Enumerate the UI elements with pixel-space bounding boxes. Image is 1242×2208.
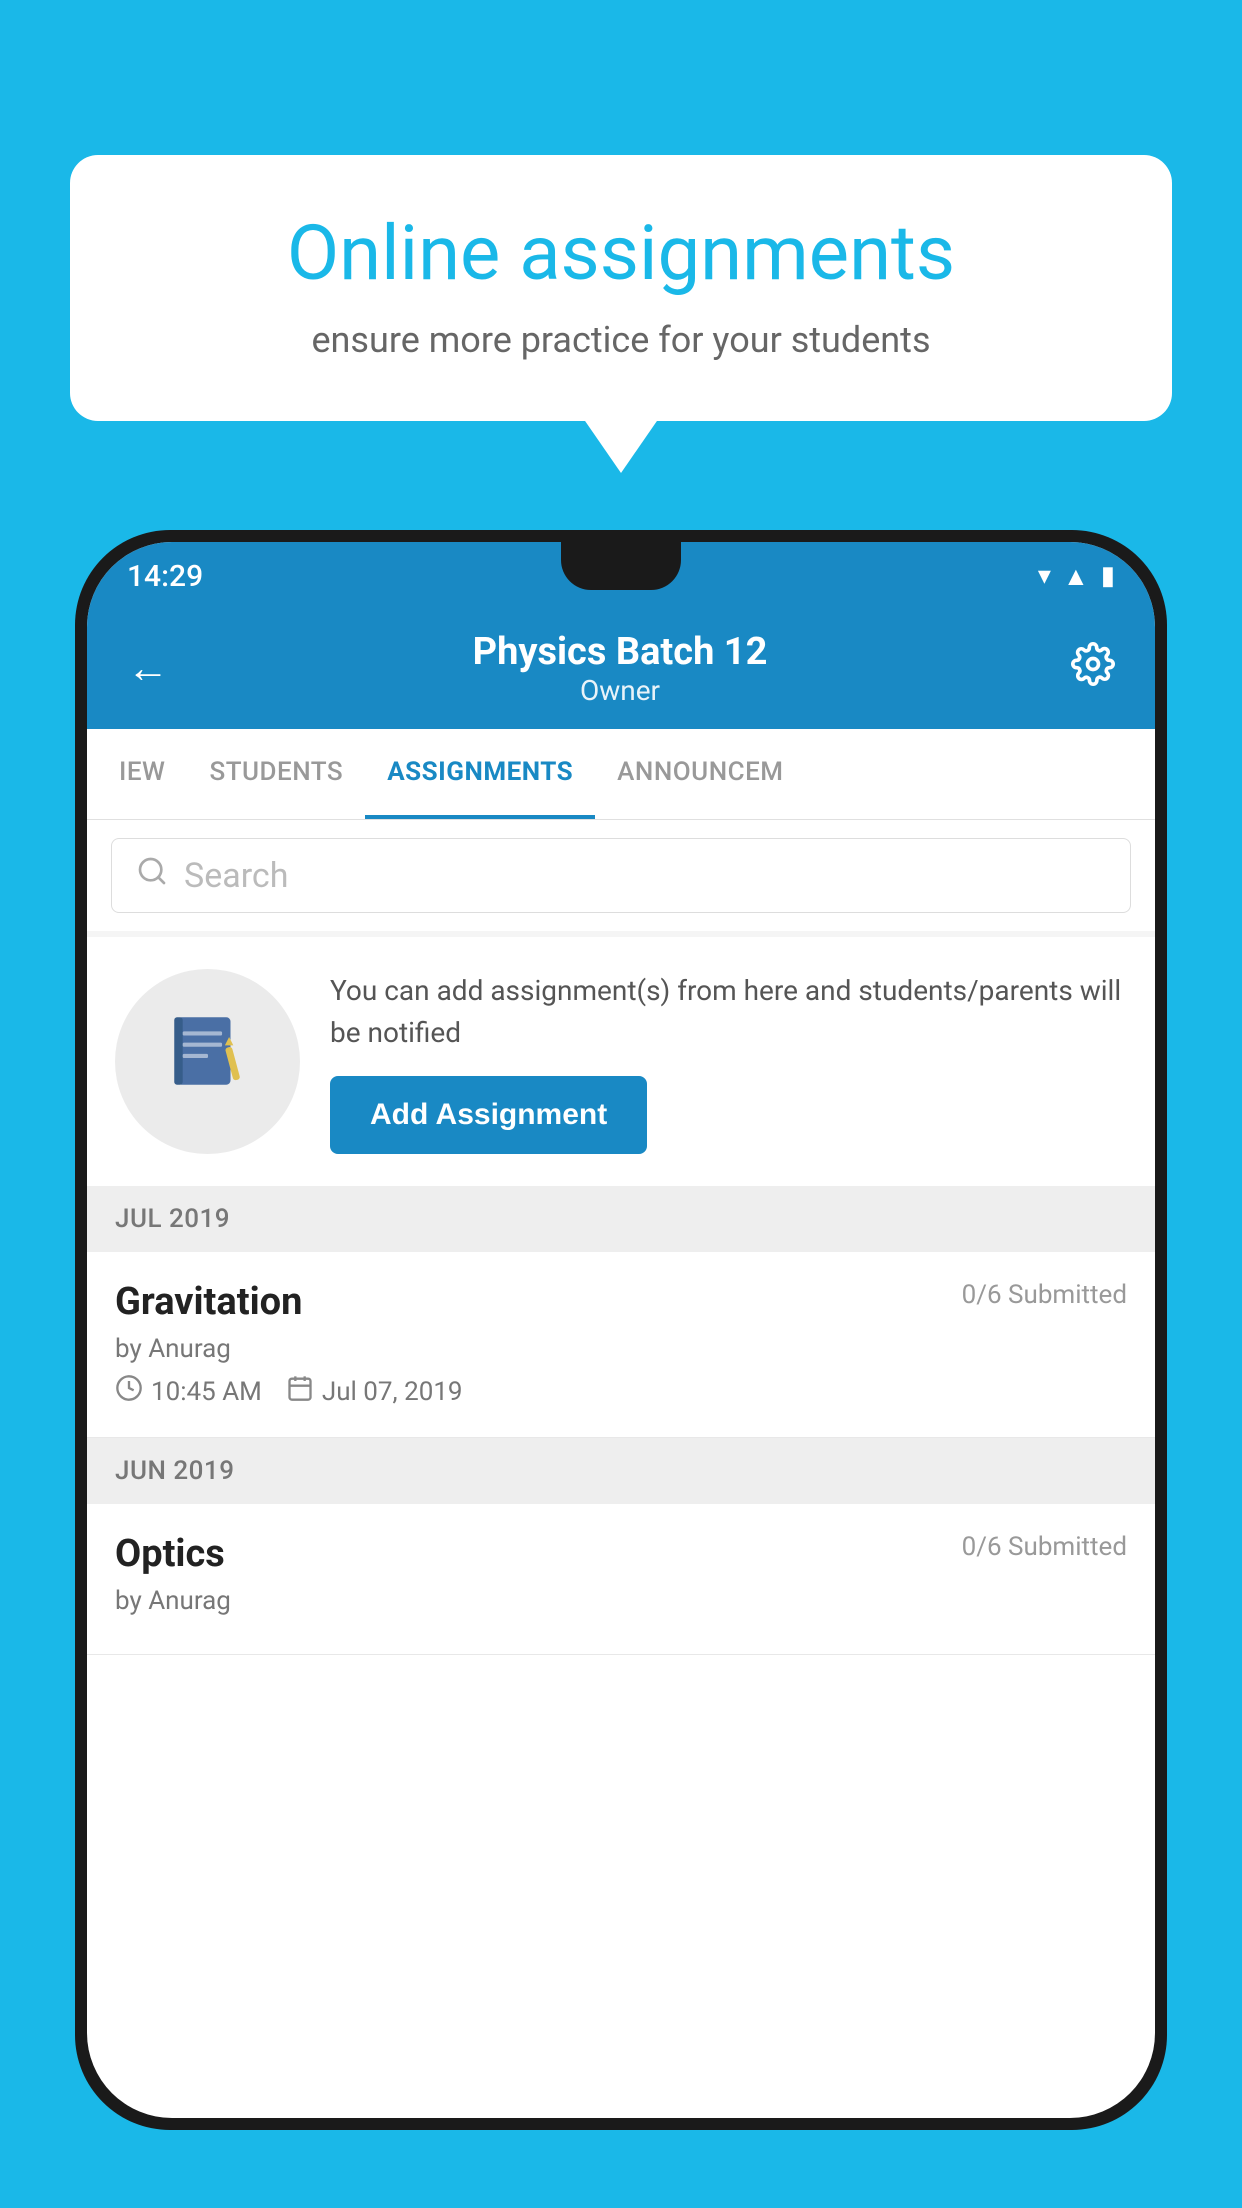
assignment-name-optics: Optics <box>115 1532 225 1576</box>
promo-right: You can add assignment(s) from here and … <box>330 970 1127 1154</box>
speech-bubble: Online assignments ensure more practice … <box>70 155 1172 421</box>
assignment-time-value: 10:45 AM <box>151 1377 262 1407</box>
assignment-meta: 10:45 AM Jul 07, 201 <box>115 1374 1127 1409</box>
promo-section: You can add assignment(s) from here and … <box>87 937 1155 1186</box>
phone-outer: 14:29 ▾ ▲ ▮ ← Physics Batch 12 Owner <box>75 530 1167 2130</box>
wifi-icon: ▾ <box>1038 561 1051 591</box>
assignment-time: 10:45 AM <box>115 1374 262 1409</box>
phone-screen: 14:29 ▾ ▲ ▮ ← Physics Batch 12 Owner <box>87 542 1155 2118</box>
app-header: ← Physics Batch 12 Owner <box>87 610 1155 729</box>
assignment-item-optics[interactable]: Optics 0/6 Submitted by Anurag <box>87 1504 1155 1655</box>
status-time: 14:29 <box>127 559 203 594</box>
notebook-icon <box>163 1006 253 1118</box>
tab-announcements[interactable]: ANNOUNCEM <box>595 729 805 819</box>
month-header-jun: JUN 2019 <box>87 1438 1155 1504</box>
phone-mockup: 14:29 ▾ ▲ ▮ ← Physics Batch 12 Owner <box>75 530 1167 2130</box>
clock-icon <box>115 1374 143 1409</box>
add-assignment-button[interactable]: Add Assignment <box>330 1076 647 1154</box>
assignment-by-optics: by Anurag <box>115 1586 1127 1616</box>
tab-students[interactable]: STUDENTS <box>187 729 365 819</box>
assignment-item-gravitation[interactable]: Gravitation 0/6 Submitted by Anurag <box>87 1252 1155 1438</box>
header-title: Physics Batch 12 <box>473 630 768 674</box>
search-container: Search <box>87 820 1155 931</box>
back-button[interactable]: ← <box>127 644 169 693</box>
month-header-jul: JUL 2019 <box>87 1186 1155 1252</box>
assignment-date: Jul 07, 2019 <box>286 1374 463 1409</box>
promo-description: You can add assignment(s) from here and … <box>330 970 1127 1054</box>
speech-bubble-subtitle: ensure more practice for your students <box>135 319 1107 361</box>
tab-assignments[interactable]: ASSIGNMENTS <box>365 729 595 819</box>
assignment-name: Gravitation <box>115 1280 302 1324</box>
battery-icon: ▮ <box>1101 561 1115 591</box>
header-subtitle: Owner <box>473 674 768 707</box>
status-bar: 14:29 ▾ ▲ ▮ <box>87 542 1155 610</box>
status-icons: ▾ ▲ ▮ <box>1038 561 1115 592</box>
assignment-submitted-optics: 0/6 Submitted <box>962 1532 1127 1562</box>
signal-icon: ▲ <box>1063 561 1089 592</box>
settings-button[interactable] <box>1071 642 1115 696</box>
assignment-by: by Anurag <box>115 1334 1127 1364</box>
search-placeholder: Search <box>184 856 288 896</box>
notch <box>561 542 681 590</box>
speech-bubble-title: Online assignments <box>135 210 1107 297</box>
speech-bubble-container: Online assignments ensure more practice … <box>70 155 1172 421</box>
promo-icon-circle <box>115 969 300 1154</box>
header-center: Physics Batch 12 Owner <box>473 630 768 707</box>
search-input-wrapper[interactable]: Search <box>111 838 1131 913</box>
assignment-submitted: 0/6 Submitted <box>962 1280 1127 1310</box>
assignment-date-value: Jul 07, 2019 <box>322 1377 463 1407</box>
calendar-icon <box>286 1374 314 1409</box>
assignment-top-row-optics: Optics 0/6 Submitted <box>115 1532 1127 1576</box>
search-icon <box>136 855 168 896</box>
assignment-top-row: Gravitation 0/6 Submitted <box>115 1280 1127 1324</box>
content-area: Search <box>87 820 1155 1655</box>
tabs-bar: IEW STUDENTS ASSIGNMENTS ANNOUNCEM <box>87 729 1155 820</box>
tab-iew[interactable]: IEW <box>97 729 187 819</box>
